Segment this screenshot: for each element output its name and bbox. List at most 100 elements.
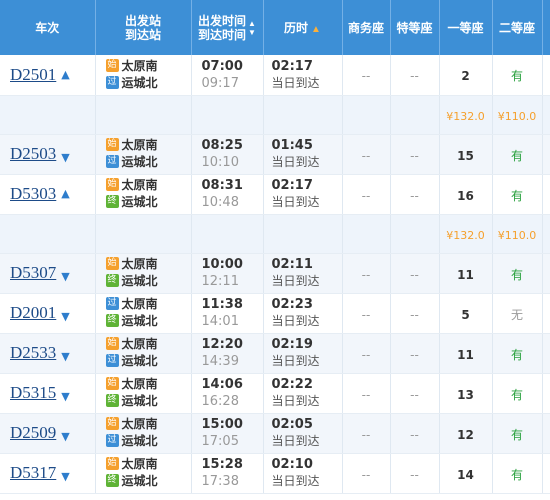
train-number-link[interactable]: D5303 [10, 184, 56, 203]
chevron-down-icon[interactable]: ▼ [61, 270, 69, 283]
price-spacer [263, 214, 343, 254]
dep-station[interactable]: 太原南 [122, 417, 158, 431]
second-class-value[interactable]: 有 [511, 348, 523, 362]
business-seat-cell: -- [342, 293, 391, 334]
chevron-down-icon[interactable]: ▼ [61, 151, 69, 164]
duration-value: 02:11 [271, 257, 313, 272]
second-class-value[interactable]: 有 [511, 428, 523, 442]
first-class-cell[interactable]: 16 [439, 174, 493, 215]
dep-station[interactable]: 太原南 [122, 457, 158, 471]
first-class-cell[interactable]: 5 [439, 293, 493, 334]
table-row: D2001 ▼ 过太原南 终运城北 11:38 14:01 02:23 当日到达 … [0, 293, 550, 334]
sort-up-icon[interactable]: ▲ [248, 19, 256, 28]
first-class-value[interactable]: 14 [457, 468, 474, 482]
first-class-value[interactable]: 2 [461, 69, 469, 83]
arr-station[interactable]: 运城北 [122, 354, 158, 368]
second-class-value[interactable]: 有 [511, 69, 523, 83]
special-seat-value: -- [410, 467, 419, 482]
arr-station[interactable]: 运城北 [122, 274, 158, 288]
first-class-value[interactable]: 5 [461, 308, 469, 322]
chevron-up-icon[interactable]: ▲ [61, 187, 69, 200]
first-class-cell[interactable]: 12 [439, 413, 493, 454]
arr-station[interactable]: 运城北 [122, 76, 158, 90]
arr-station[interactable]: 运城北 [122, 155, 158, 169]
dep-station[interactable]: 太原南 [122, 59, 158, 73]
chevron-down-icon[interactable]: ▼ [61, 350, 69, 363]
dep-station[interactable]: 太原南 [122, 138, 158, 152]
dep-station[interactable]: 太原南 [122, 337, 158, 351]
business-seat-value: -- [361, 148, 371, 163]
arr-station[interactable]: 运城北 [122, 195, 158, 209]
second-class-cell[interactable]: 有 [492, 373, 543, 414]
station-cell: 始太原南 过运城北 [95, 134, 192, 175]
first-class-cell[interactable]: 2 [439, 55, 493, 96]
second-class-cell[interactable]: 无 [492, 293, 543, 334]
price-spacer [342, 95, 391, 135]
first-class-cell[interactable]: 11 [439, 253, 493, 294]
first-class-value[interactable]: 11 [457, 268, 474, 282]
chevron-down-icon[interactable]: ▼ [61, 470, 69, 483]
second-class-value[interactable]: 无 [511, 308, 523, 322]
chevron-down-icon[interactable]: ▼ [61, 390, 69, 403]
second-class-cell[interactable]: 有 [492, 333, 543, 374]
second-class-value[interactable]: 有 [511, 268, 523, 282]
arr-station-badge: 终 [105, 274, 119, 287]
train-number-link[interactable]: D2503 [10, 144, 56, 163]
second-class-value[interactable]: 有 [511, 189, 523, 203]
dep-station[interactable]: 太原南 [122, 377, 158, 391]
second-class-cell[interactable]: 有 [492, 174, 543, 215]
chevron-down-icon[interactable]: ▼ [61, 430, 69, 443]
second-class-cell[interactable]: 有 [492, 453, 543, 494]
sort-up-icon[interactable]: ▲ [311, 24, 321, 35]
first-class-value[interactable]: 15 [457, 149, 474, 163]
arr-station[interactable]: 运城北 [122, 394, 158, 408]
train-number-link[interactable]: D5315 [10, 383, 56, 402]
arr-station[interactable]: 运城北 [122, 314, 158, 328]
arr-station[interactable]: 运城北 [122, 434, 158, 448]
first-class-cell[interactable]: 15 [439, 134, 493, 175]
first-class-value[interactable]: 13 [457, 388, 474, 402]
train-number-link[interactable]: D5317 [10, 463, 56, 482]
sort-down-icon[interactable]: ▼ [248, 28, 256, 37]
train-number-link[interactable]: D2509 [10, 423, 56, 442]
arrive-day: 当日到达 [271, 314, 320, 328]
chevron-down-icon[interactable]: ▼ [61, 310, 69, 323]
second-class-cell[interactable]: 有 [492, 413, 543, 454]
header-dep-time[interactable]: 出发时间 [198, 14, 246, 28]
first-class-value[interactable]: 11 [457, 348, 474, 362]
second-class-value[interactable]: 有 [511, 468, 523, 482]
second-class-value[interactable]: 有 [511, 388, 523, 402]
table-row: D5315 ▼ 始太原南 终运城北 14:06 16:28 02:22 当日到达 … [0, 373, 550, 414]
first-class-value[interactable]: 12 [457, 428, 474, 442]
dep-time: 08:31 [201, 178, 243, 193]
business-seat-value: -- [361, 69, 371, 84]
second-class-price-cell: ¥110.0 [492, 214, 543, 254]
dep-station[interactable]: 太原南 [122, 297, 158, 311]
arr-station[interactable]: 运城北 [122, 474, 158, 488]
first-class-value[interactable]: 16 [457, 189, 474, 203]
train-number-link[interactable]: D2501 [10, 65, 56, 84]
arr-station-badge: 过 [105, 434, 119, 447]
special-seat-value: -- [410, 347, 419, 362]
second-class-value[interactable]: 有 [511, 149, 523, 163]
second-class-cell[interactable]: 有 [492, 253, 543, 294]
train-number-link[interactable]: D2001 [10, 303, 56, 322]
second-class-cell[interactable]: 有 [492, 134, 543, 175]
first-class-cell[interactable]: 14 [439, 453, 493, 494]
second-class-cell[interactable]: 有 [492, 55, 543, 96]
header-times[interactable]: 出发时间 到达时间 ▲ ▼ [191, 0, 264, 55]
dep-station[interactable]: 太原南 [122, 257, 158, 271]
time-cell: 08:31 10:48 [191, 174, 264, 215]
header-duration-label[interactable]: 历时 [284, 21, 308, 35]
train-number-link[interactable]: D5307 [10, 263, 56, 282]
first-class-cell[interactable]: 11 [439, 333, 493, 374]
second-class-price: ¥110.0 [497, 110, 537, 123]
train-number-link[interactable]: D2533 [10, 343, 56, 362]
dep-station-badge: 始 [105, 417, 119, 430]
dep-station[interactable]: 太原南 [122, 178, 158, 192]
chevron-up-icon[interactable]: ▲ [61, 68, 69, 81]
table-row: D5303 ▲ 始太原南 终运城北 08:31 10:48 02:17 当日到达 … [0, 174, 550, 215]
header-duration[interactable]: 历时 ▲ [263, 0, 343, 55]
header-arr-time[interactable]: 到达时间 [198, 28, 246, 42]
first-class-cell[interactable]: 13 [439, 373, 493, 414]
